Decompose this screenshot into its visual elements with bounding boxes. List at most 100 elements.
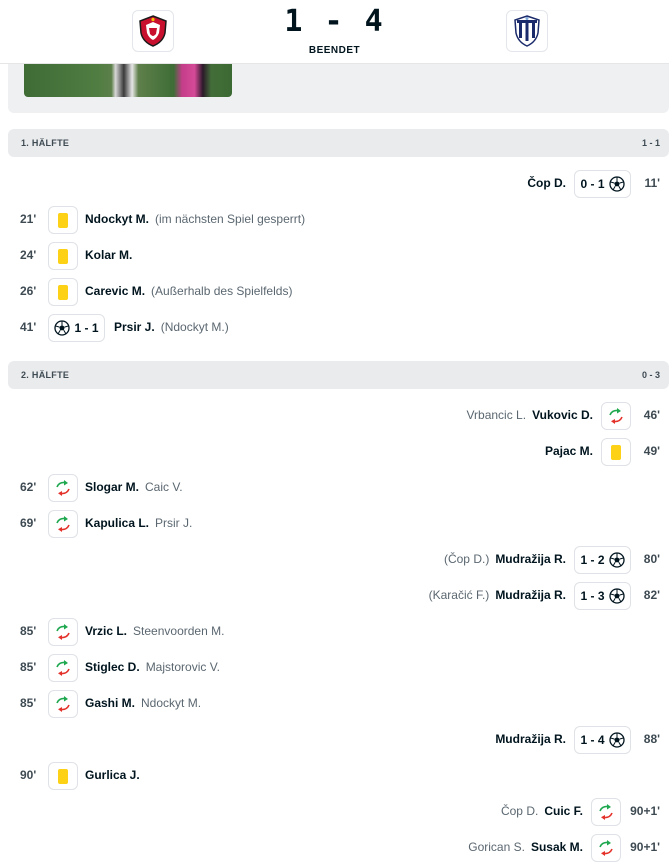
away-team-logo[interactable] [506, 10, 548, 52]
player-name[interactable]: Pajac M. [545, 444, 593, 458]
event-row-yellow[interactable]: 49' Pajac M. [0, 436, 669, 466]
media-panel [8, 64, 669, 113]
event-row-goal[interactable]: 82' 1 - 3 (Karačić F.) Mudražija R. [0, 580, 669, 610]
substituted-player: Vrbancic L. [466, 408, 527, 422]
event-row-yellow[interactable]: 90' Gurlica J. [0, 760, 669, 790]
away-crest-icon [514, 15, 540, 47]
player-name[interactable]: Carevic M. [85, 284, 145, 298]
player-name[interactable]: Mudražija R. [495, 732, 566, 746]
player-name[interactable]: Susak M. [531, 840, 583, 854]
event-row-sub[interactable]: 85' Gashi M. Ndockyt M. [0, 688, 669, 718]
player-name[interactable]: Kapulica L. [85, 516, 149, 530]
event-minute: 24' [20, 248, 37, 262]
player-name[interactable]: Kolar M. [85, 248, 132, 262]
event-icon-box: 1 - 1 [48, 314, 105, 342]
substitution-icon [54, 696, 72, 712]
event-description: Vrbancic L. Vukovic D. [466, 408, 593, 422]
event-description: (Karačić F.) Mudražija R. [429, 588, 566, 602]
event-description: Gorican S. Susak M. [468, 840, 583, 854]
event-minute: 88' [643, 732, 660, 746]
section-first-half: 1. HÄLFTE 1 - 1 [8, 129, 669, 157]
substitution-icon [607, 408, 625, 424]
event-detail: (im nächsten Spiel gesperrt) [155, 212, 306, 226]
section-score: 0 - 3 [641, 370, 660, 380]
substituted-player: Steenvoorden M. [133, 624, 225, 638]
substituted-player: Caic V. [145, 480, 183, 494]
match-score: 1 - 4 [284, 4, 385, 39]
event-icon-box [48, 510, 78, 538]
football-icon [54, 320, 71, 336]
section-score: 1 - 1 [641, 138, 660, 148]
event-row-goal[interactable]: 88' 1 - 4 Mudražija R. [0, 724, 669, 754]
yellow-card-icon [611, 444, 621, 460]
football-icon [608, 176, 625, 192]
event-description: Čop D. Cuic F. [501, 804, 583, 818]
substitution-icon [54, 480, 72, 496]
event-icon-box [48, 690, 78, 718]
event-detail: (Karačić F.) [428, 588, 490, 602]
event-row-sub[interactable]: 46' Vrbancic L. Vukovic D. [0, 400, 669, 430]
event-icon-box [48, 474, 78, 502]
event-row-goal[interactable]: 11' 0 - 1 Čop D. [0, 168, 669, 198]
event-minute: 41' [20, 320, 37, 334]
video-thumbnail[interactable] [24, 64, 232, 97]
substitution-icon [597, 840, 615, 856]
event-minute: 21' [20, 212, 37, 226]
event-minute: 26' [20, 284, 37, 298]
event-minute: 62' [20, 480, 37, 494]
event-detail: (Außerhalb des Spielfelds) [151, 284, 293, 298]
goal-score: 1 - 1 [74, 321, 99, 335]
player-name[interactable]: Prsir J. [114, 320, 155, 334]
goal-score: 0 - 1 [580, 177, 605, 191]
match-header: 1 - 4 BEENDET [0, 0, 669, 64]
substituted-player: Čop D. [500, 804, 539, 818]
event-minute: 80' [643, 552, 660, 566]
event-row-goal[interactable]: 41' 1 - 1 Prsir J. (Ndockyt M.) [0, 312, 669, 342]
player-name[interactable]: Cuic F. [544, 804, 583, 818]
event-detail: (Čop D.) [443, 552, 490, 566]
football-icon [608, 732, 625, 748]
event-minute: 49' [643, 444, 660, 458]
event-row-yellow[interactable]: 24' Kolar M. [0, 240, 669, 270]
substituted-player: Prsir J. [155, 516, 193, 530]
event-minute: 85' [20, 624, 37, 638]
player-name[interactable]: Vukovic D. [532, 408, 593, 422]
event-description: Stiglec D. Majstorovic V. [85, 660, 220, 674]
event-row-sub[interactable]: 90+1' Gorican S. Susak M. [0, 832, 669, 862]
section-label: 1. HÄLFTE [21, 138, 70, 148]
event-row-yellow[interactable]: 26' Carevic M. (Außerhalb des Spielfelds) [0, 276, 669, 306]
event-description: Gashi M. Ndockyt M. [85, 696, 201, 710]
substituted-player: Ndockyt M. [141, 696, 202, 710]
substitution-icon [54, 624, 72, 640]
player-name[interactable]: Ndockyt M. [85, 212, 149, 226]
event-minute: 90' [20, 768, 37, 782]
event-row-sub[interactable]: 85' Stiglec D. Majstorovic V. [0, 652, 669, 682]
event-icon-box [48, 762, 78, 790]
player-name[interactable]: Slogar M. [85, 480, 139, 494]
goal-score: 1 - 2 [580, 553, 605, 567]
player-name[interactable]: Stiglec D. [85, 660, 140, 674]
event-description: Kapulica L. Prsir J. [85, 516, 192, 530]
yellow-card-icon [58, 284, 68, 300]
event-row-yellow[interactable]: 21' Ndockyt M. (im nächsten Spiel gesperrt… [0, 204, 669, 234]
event-row-sub[interactable]: 62' Slogar M. Caic V. [0, 472, 669, 502]
player-name[interactable]: Čop D. [527, 176, 566, 190]
player-name[interactable]: Mudražija R. [495, 588, 566, 602]
event-description: Kolar M. [85, 248, 132, 262]
player-name[interactable]: Vrzic L. [85, 624, 127, 638]
substituted-player: Majstorovic V. [145, 660, 220, 674]
match-status: BEENDET [308, 45, 361, 56]
player-name[interactable]: Mudražija R. [495, 552, 566, 566]
section-label: 2. HÄLFTE [21, 370, 70, 380]
football-icon [608, 588, 625, 604]
event-row-sub[interactable]: 69' Kapulica L. Prsir J. [0, 508, 669, 538]
goal-score: 1 - 3 [580, 589, 605, 603]
player-name[interactable]: Gurlica J. [85, 768, 140, 782]
event-row-goal[interactable]: 80' 1 - 2 (Čop D.) Mudražija R. [0, 544, 669, 574]
player-name[interactable]: Gashi M. [85, 696, 135, 710]
event-row-sub[interactable]: 90+1' Čop D. Cuic F. [0, 796, 669, 826]
event-row-sub[interactable]: 85' Vrzic L. Steenvoorden M. [0, 616, 669, 646]
event-icon-box [48, 618, 78, 646]
event-icon-box [601, 402, 631, 430]
event-minute: 85' [20, 696, 37, 710]
